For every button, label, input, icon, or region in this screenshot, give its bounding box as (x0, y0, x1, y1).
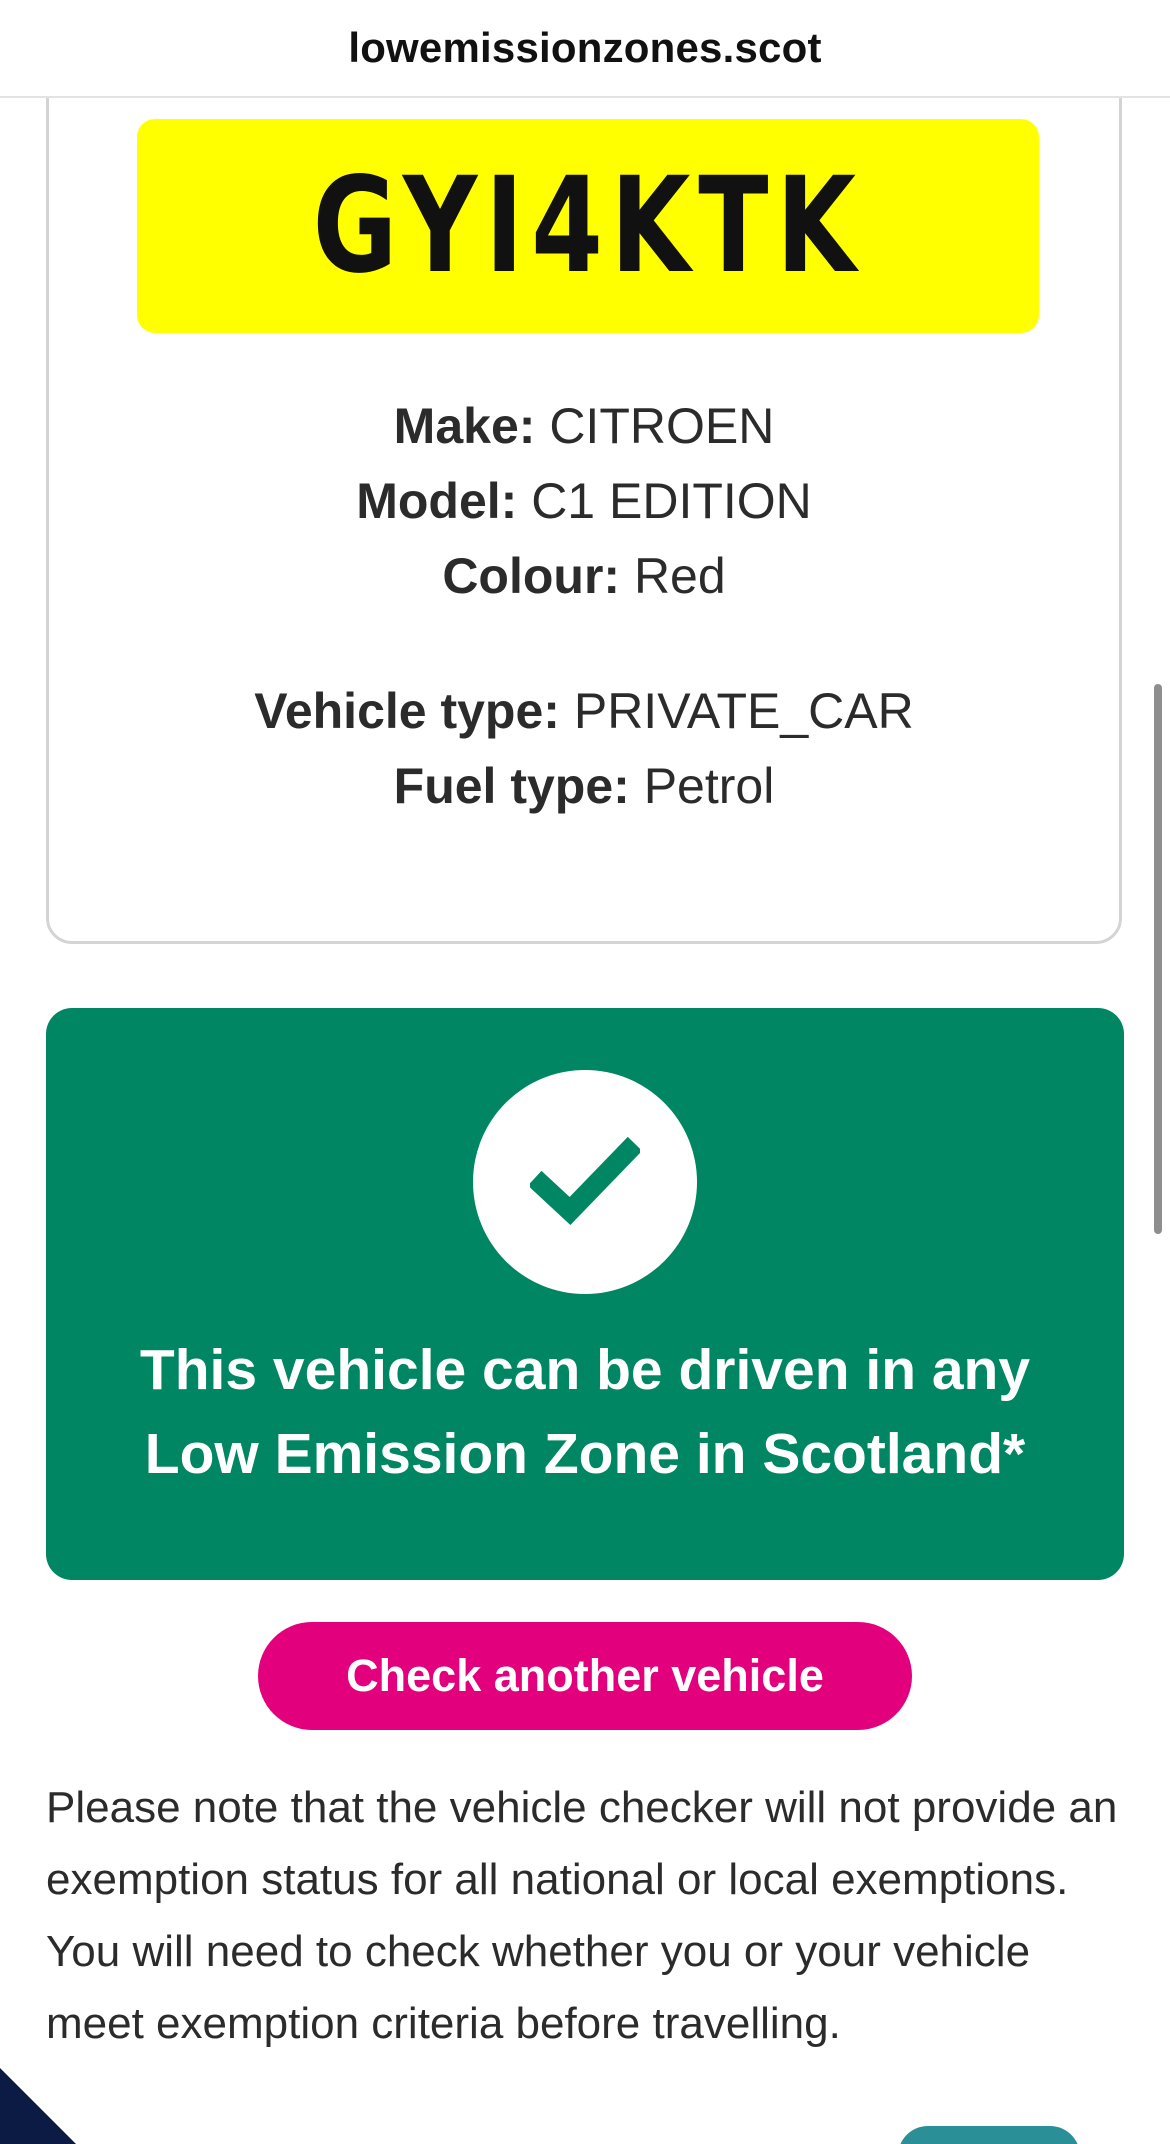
make-row: Make: CITROEN (49, 389, 1119, 464)
success-circle (473, 1070, 697, 1294)
vehicle-type-row: Vehicle type: PRIVATE_CAR (49, 674, 1119, 749)
vehicle-details: Make: CITROEN Model: C1 EDITION Colour: … (49, 389, 1119, 824)
vehicle-details-card: GYI4KTK Make: CITROEN Model: C1 EDITION … (46, 40, 1122, 944)
result-line-2: Low Emission Zone in Scotland* (144, 1422, 1026, 1486)
floating-action-button[interactable] (898, 2126, 1080, 2144)
details-spacer (49, 614, 1119, 674)
colour-value: Red (633, 548, 726, 604)
page: lowemissionzones.scot GYI4KTK Make: CITR… (0, 0, 1170, 2144)
browser-address-bar[interactable]: lowemissionzones.scot (0, 0, 1170, 98)
make-label: Make: (393, 398, 536, 454)
compliance-result-panel: This vehicle can be driven in any Low Em… (46, 1008, 1124, 1580)
registration-number: GYI4KTK (312, 149, 864, 303)
result-line-1: This vehicle can be driven in any (139, 1338, 1031, 1402)
model-label: Model: (356, 473, 518, 529)
make-value: CITROEN (549, 398, 775, 454)
vehicle-type-value: PRIVATE_CAR (573, 683, 914, 739)
registration-plate: GYI4KTK (137, 119, 1039, 333)
fuel-type-value: Petrol (643, 758, 775, 814)
result-message: This vehicle can be driven in any Low Em… (46, 1328, 1124, 1496)
colour-row: Colour: Red (49, 539, 1119, 614)
vehicle-type-label: Vehicle type: (254, 683, 560, 739)
check-another-vehicle-button[interactable]: Check another vehicle (258, 1622, 912, 1730)
exemption-note: Please note that the vehicle checker wil… (46, 1783, 1118, 2048)
url-text[interactable]: lowemissionzones.scot (348, 24, 821, 72)
checkmark-icon (530, 1137, 640, 1225)
model-value: C1 EDITION (531, 473, 812, 529)
page-scrollbar[interactable] (1154, 684, 1162, 1234)
model-row: Model: C1 EDITION (49, 464, 1119, 539)
fuel-type-row: Fuel type: Petrol (49, 749, 1119, 824)
colour-label: Colour: (442, 548, 621, 604)
corner-decoration (0, 2068, 76, 2144)
fuel-type-label: Fuel type: (393, 758, 630, 814)
